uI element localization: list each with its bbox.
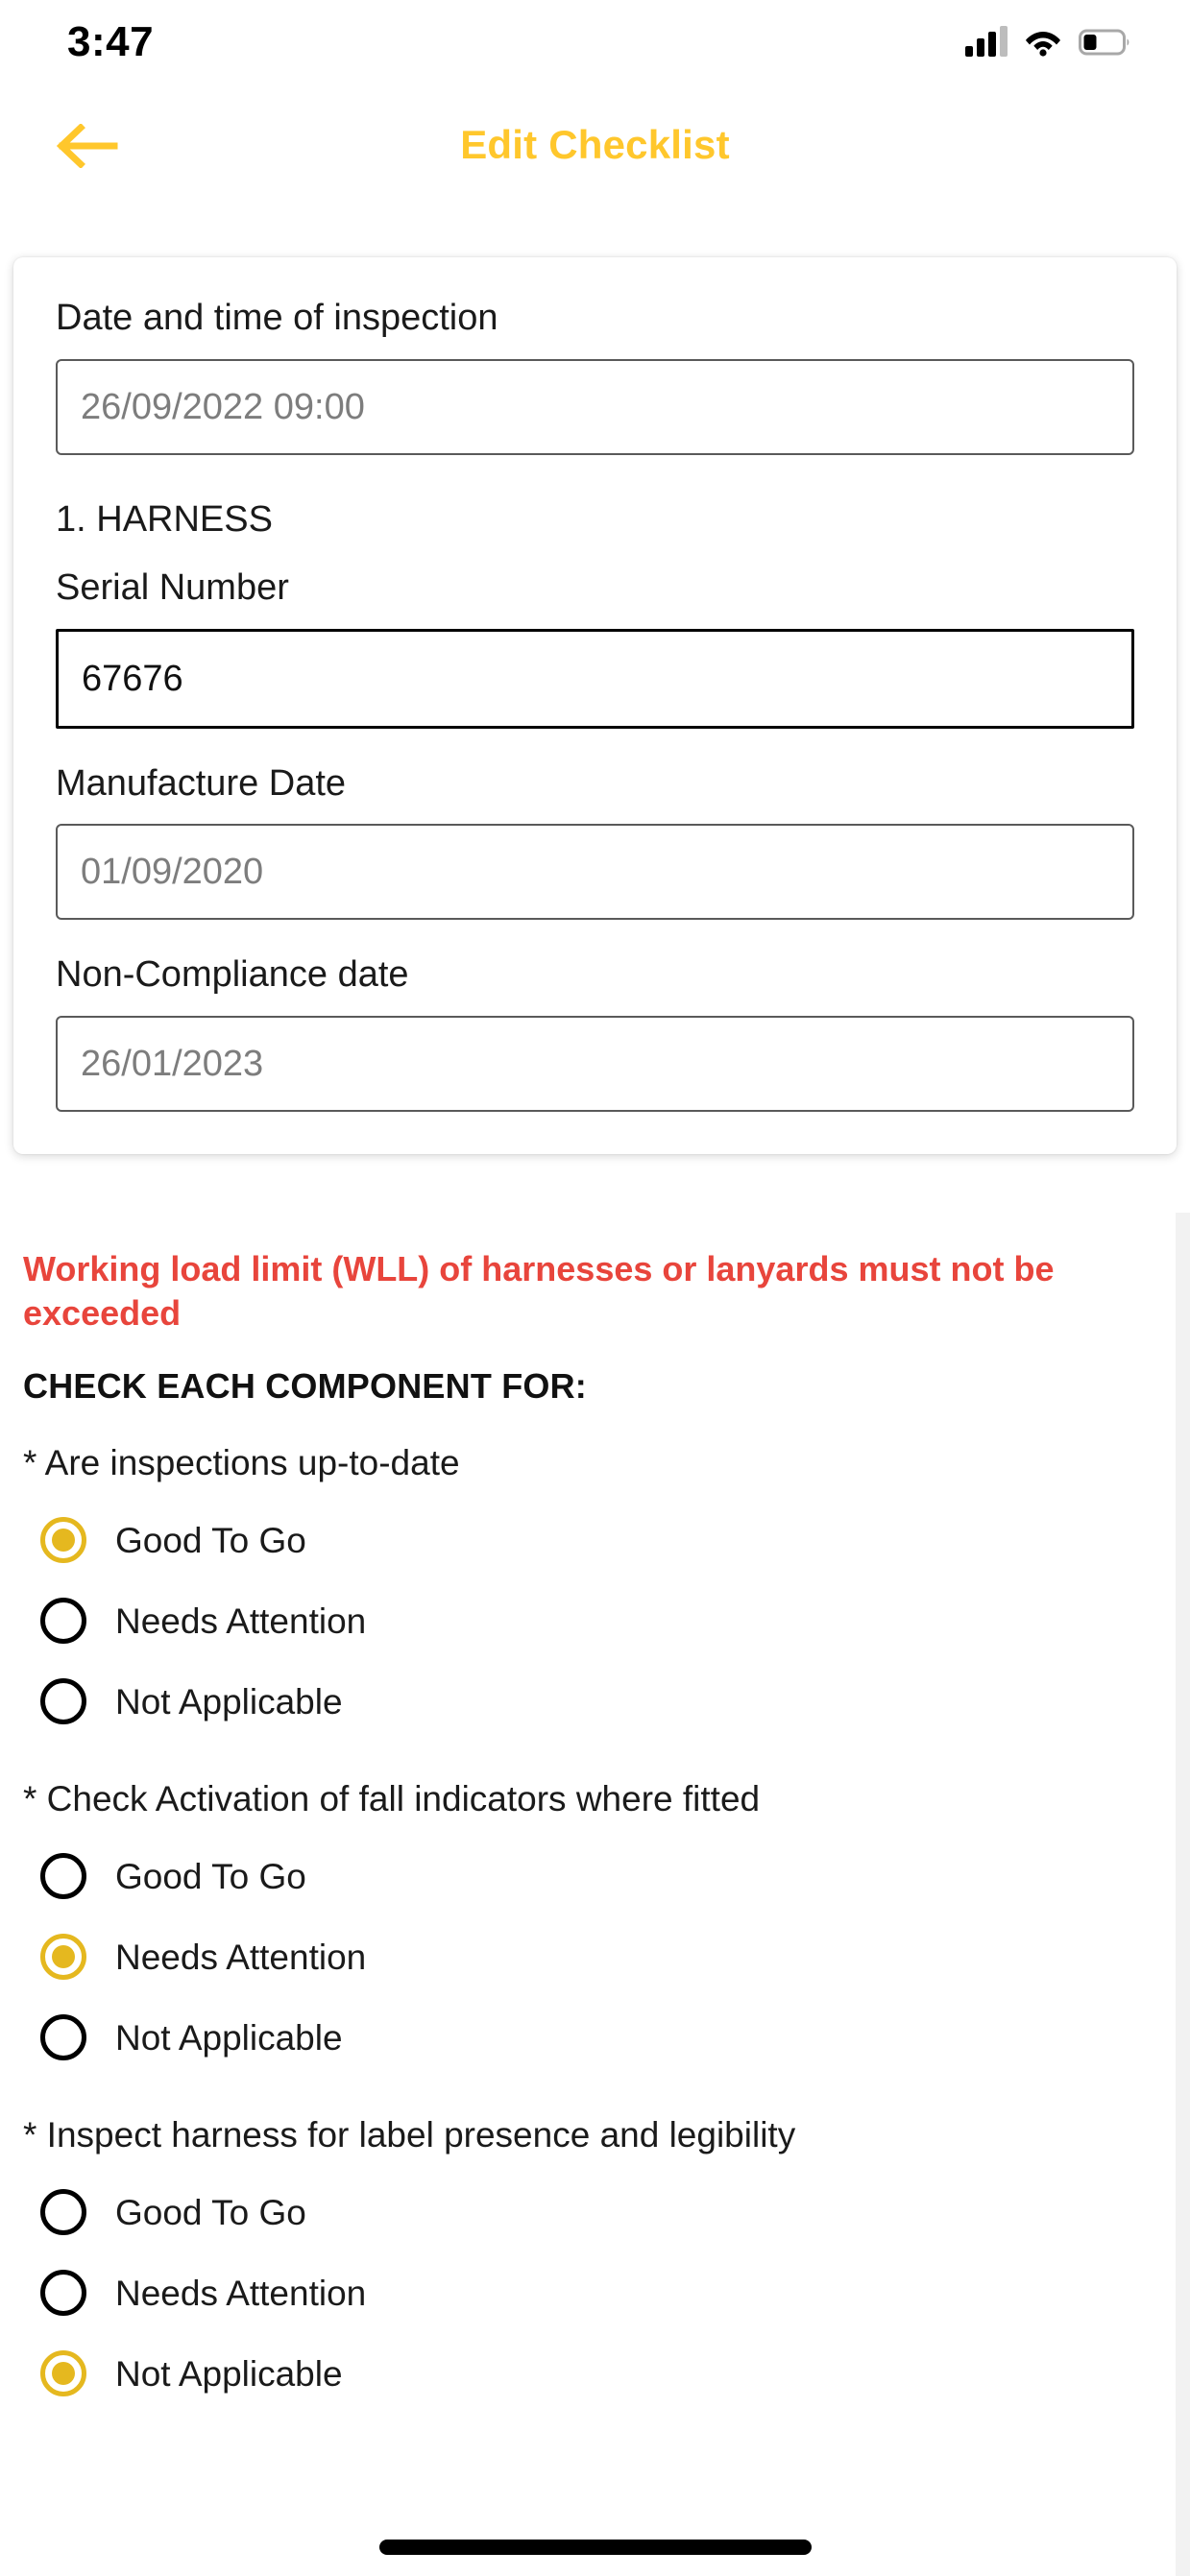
radio-option-label: Not Applicable (115, 1681, 343, 1721)
nav-header: Edit Checklist (0, 84, 1190, 209)
radio-option-not-applicable[interactable]: Not Applicable (23, 2333, 1147, 2414)
radio-option-not-applicable[interactable]: Not Applicable (23, 1997, 1147, 2078)
radio-icon-unselected (40, 1853, 86, 1900)
home-indicator (378, 2540, 812, 2555)
radio-option-label: Needs Attention (115, 1601, 367, 1641)
question-text: * Inspect harness for label presence and… (23, 2115, 796, 2155)
field-label: Serial Number (56, 567, 289, 608)
inspection-form-card: Date and time of inspection 26/09/2022 0… (13, 257, 1177, 1154)
radio-option-good-to-go[interactable]: Good To Go (23, 1836, 1147, 1916)
field-date-time-of-inspection: Date and time of inspection 26/09/2022 0… (56, 296, 1134, 455)
app-screen: 3:47 Edit Checklist Date and time of ins… (0, 0, 1190, 2576)
section-heading-harness: 1. HARNESS (56, 498, 273, 540)
radio-option-needs-attention[interactable]: Needs Attention (23, 1580, 1147, 1661)
manufacture-date-input[interactable]: 01/09/2020 (56, 824, 1134, 920)
checklist-section: Working load limit (WLL) of harnesses or… (0, 1213, 1176, 2576)
radio-group-fall-indicators: Good To Go Needs Attention Not Applicabl… (23, 1836, 1147, 2078)
status-bar-indicators (965, 26, 1130, 57)
question-text: * Check Activation of fall indicators wh… (23, 1779, 761, 1819)
radio-icon-unselected (40, 1598, 86, 1645)
card-right-gutter (1176, 257, 1190, 1213)
non-compliance-date-input[interactable]: 26/01/2023 (56, 1015, 1134, 1112)
radio-option-needs-attention[interactable]: Needs Attention (23, 1916, 1147, 1997)
radio-option-good-to-go[interactable]: Good To Go (23, 1500, 1147, 1580)
page-title: Edit Checklist (460, 122, 730, 167)
field-label: Non-Compliance date (56, 954, 409, 995)
radio-option-needs-attention[interactable]: Needs Attention (23, 2252, 1147, 2333)
field-serial-number: Serial Number 67676 (56, 566, 1134, 729)
status-bar: 3:47 (0, 0, 1190, 84)
radio-icon-selected (40, 1934, 86, 1981)
radio-icon-unselected (40, 2014, 86, 2061)
radio-icon-unselected (40, 2270, 86, 2317)
status-bar-time: 3:47 (67, 18, 155, 65)
radio-option-label: Good To Go (115, 1856, 306, 1896)
radio-group-inspections-up-to-date: Good To Go Needs Attention Not Applicabl… (23, 1500, 1147, 1742)
radio-option-label: Good To Go (115, 1520, 306, 1560)
page-right-gutter (1176, 1213, 1190, 2576)
radio-option-label: Not Applicable (115, 2017, 343, 2058)
wifi-icon (1026, 32, 1060, 57)
radio-option-label: Needs Attention (115, 1937, 367, 1977)
field-label: Date and time of inspection (56, 298, 498, 338)
radio-option-good-to-go[interactable]: Good To Go (23, 2172, 1147, 2252)
radio-icon-unselected (40, 2189, 86, 2236)
field-non-compliance-date: Non-Compliance date 26/01/2023 (56, 952, 1134, 1112)
date-time-of-inspection-input[interactable]: 26/09/2022 09:00 (56, 358, 1134, 455)
wll-warning-text: Working load limit (WLL) of harnesses or… (23, 1249, 1055, 1334)
battery-icon (1079, 29, 1129, 56)
radio-option-not-applicable[interactable]: Not Applicable (23, 1661, 1147, 1742)
back-arrow-icon (57, 124, 118, 168)
back-button[interactable] (50, 111, 125, 181)
radio-option-label: Needs Attention (115, 2273, 367, 2313)
cellular-signal-icon (965, 26, 1008, 57)
question-text: * Are inspections up-to-date (23, 1442, 460, 1482)
radio-icon-unselected (40, 1678, 86, 1725)
radio-icon-selected (40, 1517, 86, 1564)
check-each-component-heading: CHECK EACH COMPONENT FOR: (23, 1366, 587, 1407)
radio-icon-selected (40, 2350, 86, 2397)
field-manufacture-date: Manufacture Date 01/09/2020 (56, 761, 1134, 920)
field-label: Manufacture Date (56, 762, 347, 804)
radio-option-label: Good To Go (115, 2192, 306, 2232)
serial-number-input[interactable]: 67676 (56, 628, 1134, 729)
radio-group-label-legibility: Good To Go Needs Attention Not Applicabl… (23, 2172, 1147, 2414)
radio-option-label: Not Applicable (115, 2353, 343, 2394)
